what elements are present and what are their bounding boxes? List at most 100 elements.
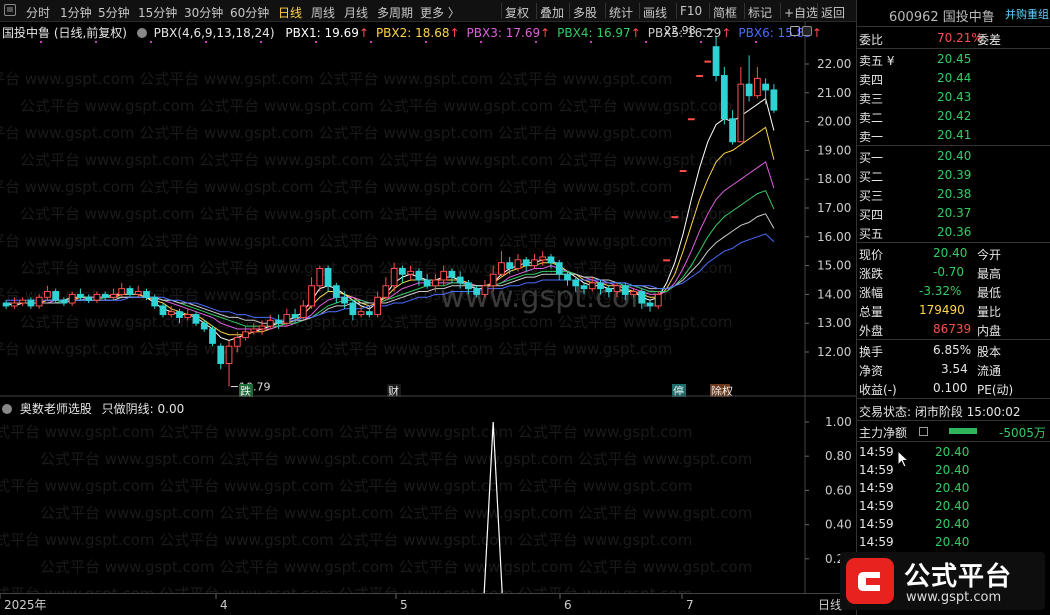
candle-body — [588, 282, 596, 290]
period-tab-8[interactable]: 月线 — [344, 4, 368, 21]
marker-dot — [645, 41, 647, 43]
period-tab-9[interactable]: 多周期 — [377, 4, 413, 21]
ask-label: 卖四 — [859, 73, 884, 87]
expand-icon[interactable] — [802, 26, 812, 36]
candle-body — [275, 319, 282, 324]
up-arrow-icon: ↑ — [630, 26, 641, 40]
monitor-icon[interactable] — [4, 4, 16, 16]
up-arrow-icon: ↑ — [721, 26, 732, 40]
bid-row[interactable]: 买四 20.37 — [857, 204, 1050, 222]
candle-body — [547, 256, 555, 264]
logo-name: 公式平台 — [904, 562, 1013, 592]
settings-circle-icon[interactable] — [136, 28, 147, 38]
ask-row[interactable]: 卖四 20.44 — [857, 69, 1050, 87]
period-tab-6[interactable]: 日线 — [278, 4, 302, 21]
candle-body — [167, 311, 175, 316]
period-tab-10[interactable]: 更多 〉 — [420, 4, 460, 21]
marker-dot — [700, 41, 702, 43]
period-tab-3[interactable]: 15分钟 — [138, 4, 177, 21]
period-tab-7[interactable]: 周线 — [311, 4, 335, 21]
bid-row[interactable]: 买五 20.36 — [857, 223, 1050, 241]
stat-value: -0.70 — [933, 265, 965, 279]
ask-label: 卖一 — [859, 130, 884, 144]
candle-body — [638, 291, 646, 304]
event-marker-label[interactable]: 财 — [388, 384, 399, 397]
tool-button-0[interactable]: 复权 — [505, 4, 529, 21]
bid-label: 买二 — [859, 170, 884, 184]
tool-button-7[interactable]: 标记 — [748, 4, 772, 21]
event-marker-label[interactable]: 停 — [673, 384, 684, 397]
merger-tag[interactable]: 并购重组 — [1005, 6, 1049, 22]
site-watermark: www.gspt.com — [440, 280, 659, 315]
candle-body — [522, 259, 530, 267]
marker-dot — [425, 41, 427, 43]
stat-label: 涨跌 — [859, 267, 884, 281]
period-tab-2[interactable]: 5分钟 — [98, 4, 130, 21]
tool-button-9[interactable]: 返回 — [821, 4, 845, 21]
tool-button-3[interactable]: 统计 — [609, 4, 633, 21]
candle-body — [481, 285, 489, 295]
marker-dot — [590, 41, 592, 43]
net-flow-bar — [949, 428, 977, 434]
candle-body — [745, 83, 753, 97]
toolbar-separator — [676, 3, 677, 19]
stat-value: 179490 — [919, 303, 965, 317]
ask-row[interactable]: 卖三 20.43 — [857, 88, 1050, 106]
tool-button-1[interactable]: 叠加 — [540, 4, 564, 21]
tool-button-8[interactable]: +自选 — [784, 4, 818, 21]
tick-price: 20.40 — [935, 535, 970, 549]
finance-label-2: PE(动) — [977, 383, 1014, 397]
indicator-panel[interactable]: 公式平台 www.gspt.com 公式平台 www.gspt.com 公式平台… — [0, 397, 856, 593]
candle-body — [762, 83, 770, 91]
period-tab-5[interactable]: 60分钟 — [230, 4, 269, 21]
candle-body — [407, 270, 415, 275]
event-marker-label[interactable]: 跌 — [240, 384, 251, 397]
candle-body — [60, 299, 68, 304]
indicator-settings-icon[interactable] — [2, 404, 12, 414]
watermark-row: 公式平台 www.gspt.com 公式平台 www.gspt.com 公式平台… — [0, 124, 672, 142]
y-tick-label: 17.00 — [817, 201, 851, 215]
candle-body — [432, 279, 439, 287]
period-label[interactable]: 日线 — [818, 598, 842, 612]
candlestick-chart[interactable]: 公式平台 www.gspt.com 公式平台 www.gspt.com 公式平台… — [0, 22, 856, 397]
candle-body — [531, 259, 538, 267]
quote-panel: 600962 国投中鲁 并购重组 委比 70.21% 委差 卖五 ¥20.45 卖… — [856, 0, 1050, 615]
main-net-value: -5005万 — [999, 426, 1046, 440]
ask-row[interactable]: 卖一 20.41 — [857, 126, 1050, 144]
tool-button-6[interactable]: 简框 — [713, 4, 737, 21]
period-tab-0[interactable]: 分时 — [26, 4, 50, 21]
candle-body — [729, 118, 736, 143]
marker-dot — [95, 41, 97, 43]
tool-button-2[interactable]: 多股 — [573, 4, 597, 21]
stat-label: 外盘 — [859, 324, 884, 338]
candle-body — [324, 267, 332, 287]
table-icon[interactable] — [919, 427, 928, 436]
candle-body — [720, 75, 728, 120]
candle-body — [506, 262, 514, 269]
tool-button-5[interactable]: F10 — [680, 4, 702, 18]
window-restore-icon[interactable] — [790, 26, 800, 36]
chart-title: 国投中鲁 (日线,前复权) — [2, 26, 127, 40]
y-tick-label: 15.00 — [817, 259, 851, 273]
tick-time: 14:59 — [859, 463, 894, 477]
y-tick-label: 20.00 — [817, 115, 851, 129]
candle-body — [349, 302, 357, 316]
tool-button-4[interactable]: 画线 — [643, 4, 667, 21]
period-tab-1[interactable]: 1分钟 — [60, 4, 92, 21]
y-tick-label: 21.00 — [817, 86, 851, 100]
period-tab-4[interactable]: 30分钟 — [184, 4, 223, 21]
ask-row[interactable]: 卖五 ¥ 20.45 — [857, 50, 1050, 68]
finance-label: 净资 — [859, 364, 884, 378]
toolbar-separator — [744, 3, 745, 19]
period-toolbar: 分时 1分钟 5分钟 15分钟 30分钟 60分钟 日线 周线 月线 多周期 更多 〉 复权 叠加 多股… — [0, 0, 856, 22]
event-marker-label[interactable]: 除权 — [711, 384, 733, 397]
bid-row[interactable]: 买三 20.38 — [857, 185, 1050, 203]
x-tick-label: 4 — [220, 598, 228, 612]
candle-body — [159, 305, 167, 316]
bid-row[interactable]: 买一 20.40 — [857, 147, 1050, 165]
candle-body — [19, 299, 27, 304]
gspt-logo: 公式平台 www.gspt.com — [840, 552, 1045, 610]
bid-row[interactable]: 买二 20.39 — [857, 166, 1050, 184]
ask-row[interactable]: 卖二 20.42 — [857, 107, 1050, 125]
candle-body — [753, 77, 761, 97]
